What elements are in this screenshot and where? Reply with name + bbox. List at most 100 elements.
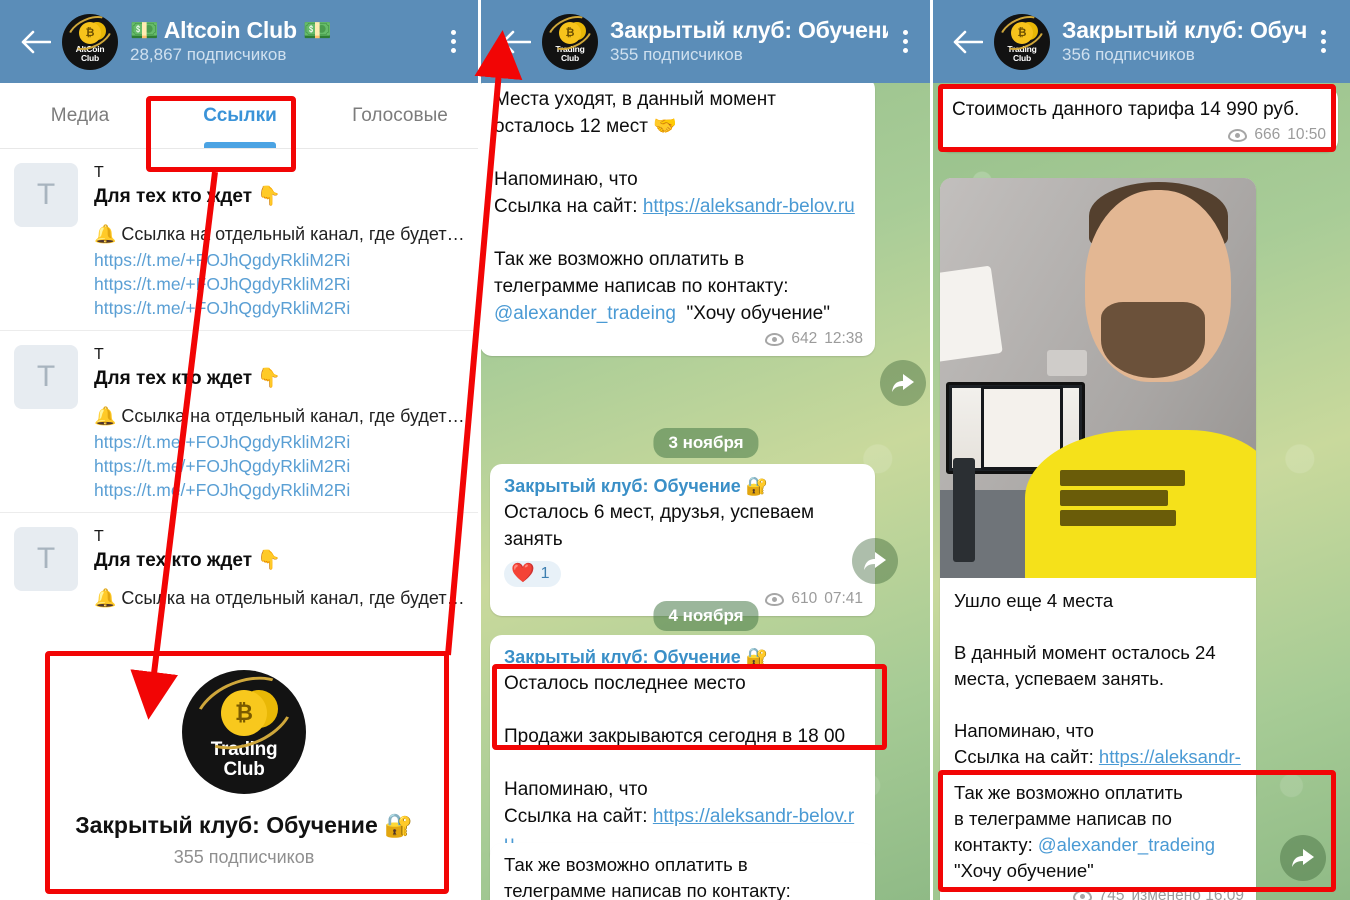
- panel2-header-texts: Закрытый клуб: Обучение 355 подписчиков: [608, 17, 888, 66]
- panel2-header: ₿ Trading Club Закрытый клуб: Обучение 3…: [480, 0, 932, 83]
- text-gap: [504, 750, 863, 776]
- screenshot-root: ₿ AltCoin Club 💵 Altcoin Club 💵 28,867 по…: [0, 0, 1350, 900]
- list-item[interactable]: T T Для тех кто ждет 👇 🔔 Ссылка на отдел…: [0, 331, 480, 513]
- panel2-title: Закрытый клуб: Обучение: [610, 17, 888, 43]
- text-gap: [504, 697, 863, 723]
- trading-club-avatar[interactable]: ₿ Trading Club: [542, 13, 598, 70]
- views-icon: [765, 592, 785, 606]
- link-prefix: Ссылка на сайт:: [954, 746, 1099, 767]
- reaction-heart[interactable]: ❤️ 1: [504, 561, 561, 587]
- message-text: Так же возможно оплатить: [954, 782, 1183, 803]
- panel1-subscribers: 28,867 подписчиков: [130, 45, 287, 64]
- link-description: 🔔 Ссылка на отдельный канал, где будет…: [94, 406, 465, 426]
- link-prefix: Ссылка на сайт:: [504, 806, 653, 827]
- channel-preview-card[interactable]: ₿ Trading Club Закрытый клуб: Обучение 🔐…: [30, 652, 458, 892]
- views-icon: [1072, 889, 1092, 900]
- link-url[interactable]: https://t.me/+FOJhQgdyRkliM2Ri: [94, 454, 468, 478]
- message-text: Продажи закрываются сегодня в 18 00: [504, 726, 846, 747]
- date-separator: 4 ноября: [653, 601, 759, 631]
- forward-button[interactable]: [852, 538, 898, 584]
- panel1-title: 💵 Altcoin Club 💵: [130, 17, 332, 43]
- tab-media-label: Медиа: [50, 104, 110, 126]
- list-item[interactable]: T T Для тех кто ждет 👇 🔔 Ссылка на отдел…: [0, 513, 480, 622]
- panel3-chat-area: Стоимость данного тарифа 14 990 руб. 666…: [932, 83, 1350, 900]
- message-time: изменено 16:09: [1131, 887, 1245, 900]
- link-title: Для тех кто ждет 👇: [94, 368, 281, 389]
- photo-wall-socket: [1047, 350, 1088, 376]
- message-meta: 745 изменено 16:09: [954, 887, 1244, 900]
- logo-line-2: Club: [223, 759, 265, 780]
- site-link[interactable]: https://aleksandr-belov.ru: [643, 196, 855, 217]
- message-text: Места уходят, в данный момент: [494, 89, 776, 110]
- overflow-menu-icon[interactable]: [436, 30, 470, 53]
- back-arrow-icon[interactable]: [494, 30, 538, 54]
- back-arrow-icon[interactable]: [946, 30, 990, 54]
- panel3-subscribers: 356 подписчиков: [1062, 45, 1195, 64]
- panel2-subscribers: 355 подписчиков: [610, 45, 743, 64]
- link-url[interactable]: https://t.me/+FOJhQgdyRkliM2Ri: [94, 296, 468, 320]
- reaction-count: 1: [540, 565, 550, 582]
- overflow-menu-icon[interactable]: [888, 30, 922, 53]
- link-body: T Для тех кто ждет 👇 🔔 Ссылка на отдельн…: [94, 345, 468, 502]
- tab-links[interactable]: Ссылки: [160, 83, 320, 148]
- back-arrow-icon[interactable]: [14, 30, 58, 54]
- message-bubble[interactable]: Места уходят, в данный момент осталось 1…: [480, 83, 875, 356]
- panel-altcoin-club-links: ₿ AltCoin Club 💵 Altcoin Club 💵 28,867 по…: [0, 0, 480, 900]
- message-text: Так же возможно оплатить в: [494, 249, 745, 270]
- overflow-menu-icon[interactable]: [1306, 30, 1340, 53]
- link-prefix: Ссылка на сайт:: [494, 196, 643, 217]
- link-list: T T Для тех кто ждет 👇 🔔 Ссылка на отдел…: [0, 149, 480, 622]
- views-icon: [1228, 128, 1248, 142]
- reaction-bar: ❤️ 1: [504, 561, 863, 587]
- man-in-yellow-tshirt-photo: [940, 178, 1256, 578]
- message-text: Ссылка на сайт: https://aleksandr-belov.…: [494, 193, 863, 220]
- panel1-header: ₿ AltCoin Club 💵 Altcoin Club 💵 28,867 по…: [0, 0, 480, 83]
- link-url[interactable]: https://t.me/+FOJhQgdyRkliM2Ri: [94, 430, 468, 454]
- panel-chat-355: ₿ Trading Club Закрытый клуб: Обучение 3…: [480, 0, 932, 900]
- link-url[interactable]: https://t.me/+FOJhQgdyRkliM2Ri: [94, 272, 468, 296]
- panel1-tab-bar: Медиа Ссылки Голосовые: [0, 83, 480, 149]
- message-text: контакту: @alexander_tradeing: [954, 832, 1244, 858]
- mention-link[interactable]: @alexander_tradeing: [494, 303, 676, 324]
- coin-icon: ₿: [79, 21, 101, 44]
- altcoin-club-avatar[interactable]: ₿ AltCoin Club: [62, 13, 118, 70]
- list-item[interactable]: T T Для тех кто ждет 👇 🔔 Ссылка на отдел…: [0, 149, 480, 331]
- message-bubble[interactable]: Закрытый клуб: Обучение 🔐 Осталось после…: [490, 635, 875, 865]
- link-url[interactable]: https://t.me/+FOJhQgdyRkliM2Ri: [94, 248, 468, 272]
- trading-club-avatar[interactable]: ₿ Trading Club: [994, 13, 1050, 70]
- photo-message-bubble[interactable]: Ушло еще 4 места В данный момент осталос…: [940, 178, 1256, 804]
- message-bubble[interactable]: Закрытый клуб: Обучение 🔐 Осталось 6 мес…: [490, 464, 875, 616]
- contact-message-bubble[interactable]: Так же возможно оплатить в телеграмме на…: [940, 771, 1256, 900]
- price-text: Стоимость данного тарифа 14 990 руб.: [952, 99, 1300, 120]
- link-description: 🔔 Ссылка на отдельный канал, где будет…: [94, 588, 465, 608]
- photo-tshirt-print: [1060, 470, 1205, 574]
- message-text: осталось 12 мест 🤝: [494, 116, 677, 137]
- link-description: 🔔 Ссылка на отдельный канал, где будет…: [94, 224, 465, 244]
- tab-voice[interactable]: Голосовые: [320, 83, 480, 148]
- heart-icon: ❤️: [511, 563, 535, 584]
- link-thumbnail: T: [14, 163, 78, 227]
- forward-button[interactable]: [880, 360, 926, 406]
- avatar-line-2: Club: [1012, 52, 1032, 63]
- view-count: 666: [1254, 126, 1281, 143]
- link-url[interactable]: https://t.me/+FOJhQgdyRkliM2Ri: [94, 478, 468, 502]
- tab-media[interactable]: Медиа: [0, 83, 160, 148]
- message-time: 07:41: [824, 590, 863, 607]
- panel3-header: ₿ Trading Club Закрытый клуб: Обучение 3…: [932, 0, 1350, 83]
- link-body: T Для тех кто ждет 👇 🔔 Ссылка на отдельн…: [94, 163, 468, 320]
- price-message-bubble[interactable]: Стоимость данного тарифа 14 990 руб. 666…: [938, 87, 1338, 152]
- coin-icon: ₿: [1011, 21, 1033, 44]
- text-gap: [494, 220, 863, 246]
- message-bubble[interactable]: Так же возможно оплатить в телеграмме на…: [490, 843, 875, 900]
- views-icon: [765, 332, 785, 346]
- tab-voice-label: Голосовые: [352, 104, 448, 126]
- text-gap: [494, 140, 863, 166]
- message-text: в телеграмме написав по: [954, 808, 1172, 829]
- forward-button[interactable]: [1280, 835, 1326, 881]
- mention-link[interactable]: @alexander_tradeing: [1038, 834, 1215, 855]
- coin-icon: ₿: [221, 690, 267, 736]
- message-text: Напоминаю, что: [504, 779, 648, 800]
- text-gap: [954, 614, 1242, 640]
- message-text: Осталось последнее место: [504, 673, 746, 694]
- view-count: 642: [791, 330, 818, 347]
